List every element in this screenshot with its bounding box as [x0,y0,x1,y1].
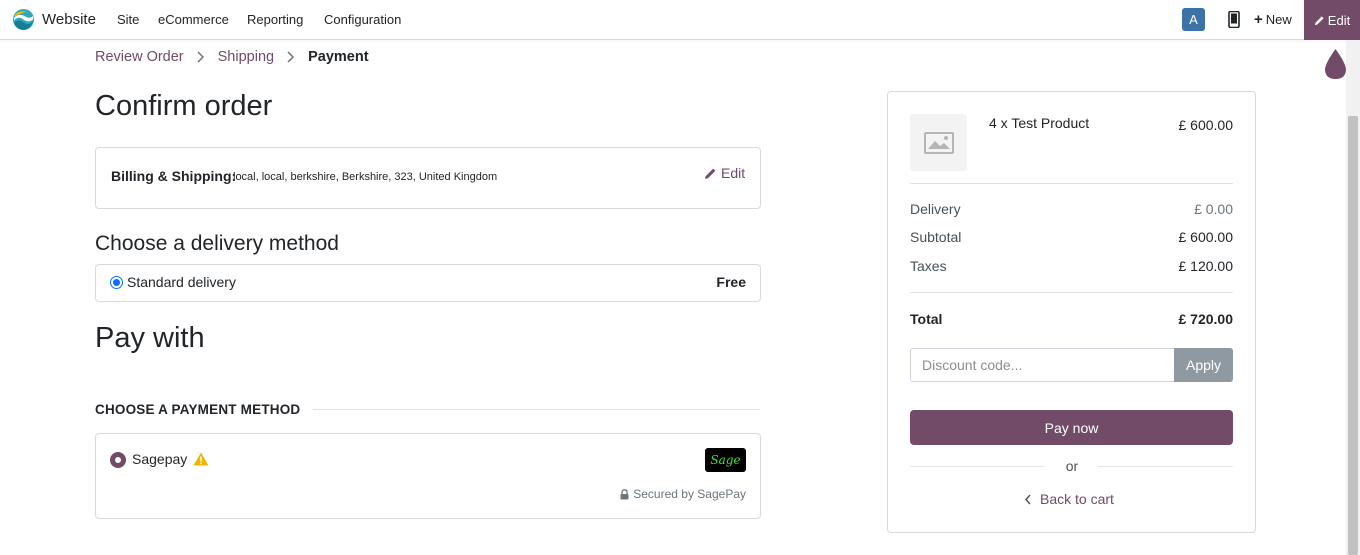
menu-site[interactable]: Site [117,12,139,27]
checkout-breadcrumb: Review Order Shipping Payment [95,49,369,65]
delivery-method-option[interactable]: Standard delivery Free [95,264,761,302]
subtotal-label: Subtotal [910,229,962,245]
or-line-right [1098,466,1233,467]
taxes-value: £ 120.00 [1178,258,1234,274]
taxes-label: Taxes [910,258,947,274]
secured-text: Secured by SagePay [633,487,746,501]
top-navbar: Website Site eCommerce Reporting Configu… [0,0,1360,40]
pay-with-heading: Pay with [95,322,205,354]
edit-address-label: Edit [721,165,746,181]
order-summary-card: 4 x Test Product £ 600.00 Delivery £ 0.0… [887,91,1256,533]
product-price: £ 600.00 [1178,117,1234,133]
new-button[interactable]: + New [1254,11,1292,28]
new-button-label: New [1265,12,1292,27]
lock-icon [620,488,629,499]
pay-now-button[interactable]: Pay now [910,410,1233,445]
delivery-radio[interactable] [110,276,123,289]
page-title: Confirm order [95,90,273,122]
breadcrumb-payment: Payment [308,49,369,65]
subtotal-value: £ 600.00 [1178,229,1234,245]
delivery-method-name: Standard delivery [127,274,236,290]
product-line: 4 x Test Product [989,115,1090,131]
summary-divider [910,183,1233,184]
user-avatar[interactable]: A [1182,8,1205,31]
or-separator: or [910,458,1233,476]
edit-address-link[interactable]: Edit [704,165,745,181]
apply-discount-button[interactable]: Apply [1174,348,1233,382]
breadcrumb-review-order[interactable]: Review Order [95,49,184,65]
edit-button-label: Edit [1327,12,1351,28]
menu-ecommerce[interactable]: eCommerce [158,12,229,27]
total-label: Total [910,311,943,327]
delivery-heading: Choose a delivery method [95,232,339,255]
image-placeholder-icon [923,131,954,154]
app-name[interactable]: Website [42,11,96,28]
delivery-value: £ 0.00 [1194,201,1233,217]
billing-shipping-card: Billing & Shipping: local, local, berksh… [95,147,761,209]
pencil-icon [1314,15,1324,25]
billing-address: local, local, berkshire, Berkshire, 323,… [233,171,498,183]
menu-configuration[interactable]: Configuration [324,12,401,27]
back-to-cart-label: Back to cart [1040,491,1114,507]
menu-reporting[interactable]: Reporting [247,12,303,27]
breadcrumb-shipping[interactable]: Shipping [218,49,274,65]
payment-method-option[interactable]: Sagepay Sage Secured by SagePay [95,433,761,519]
pencil-icon [705,168,716,179]
website-logo-icon[interactable] [12,8,35,31]
payment-section-label: CHOOSE A PAYMENT METHOD [95,402,301,417]
payment-radio[interactable] [110,452,126,468]
total-value: £ 720.00 [1178,311,1234,327]
discount-code-input[interactable] [910,348,1174,382]
payment-method-name: Sagepay [132,451,188,467]
or-line-left [910,466,1045,467]
back-to-cart-link[interactable]: Back to cart [1024,491,1114,507]
or-text: or [1065,458,1079,474]
product-thumbnail [910,114,967,171]
theme-drop-icon[interactable] [1323,48,1348,80]
warning-icon [193,452,209,466]
plus-icon: + [1254,11,1263,28]
secured-note: Secured by SagePay [620,487,746,501]
delivery-label: Delivery [910,201,961,217]
discount-form: Apply [910,348,1233,382]
mobile-preview-icon[interactable] [1228,11,1240,28]
sagepay-logo: Sage [705,448,746,472]
delivery-method-price: Free [716,274,746,290]
billing-label: Billing & Shipping: [111,168,237,184]
chevron-right-icon [197,51,204,63]
scrollbar-thumb[interactable] [1348,116,1358,555]
chevron-right-icon [287,51,295,63]
section-divider [313,409,760,410]
chevron-left-icon [1025,494,1031,504]
edit-button[interactable]: Edit [1304,0,1360,40]
summary-divider [910,292,1233,293]
